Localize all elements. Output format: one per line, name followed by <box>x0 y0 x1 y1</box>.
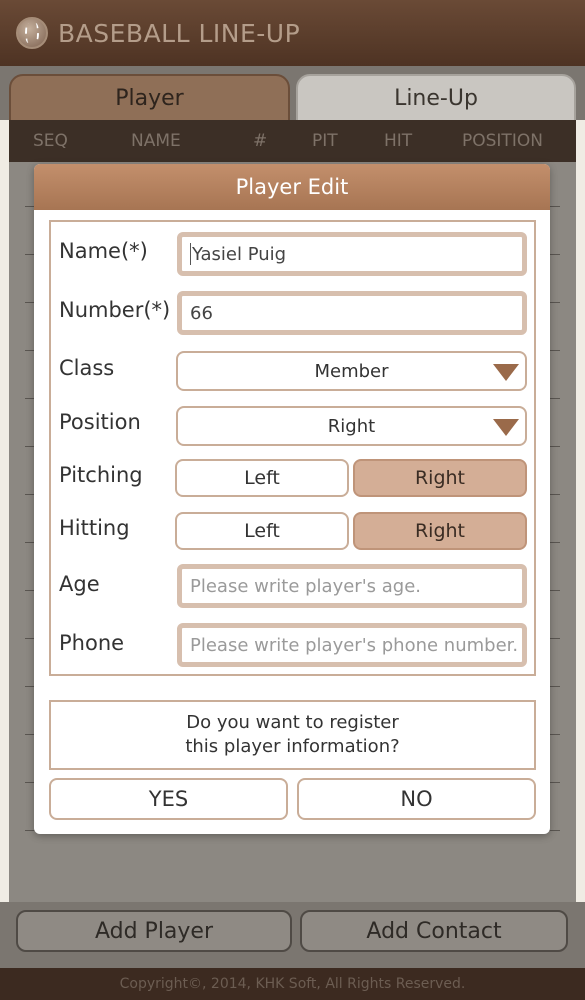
confirm-line-2: this player information? <box>185 736 400 757</box>
confirm-message: Do you want to register this player info… <box>49 700 536 770</box>
pitching-left-option[interactable]: Left <box>175 459 349 497</box>
age-placeholder: Please write player's age. <box>190 575 421 597</box>
name-label: Name(*) <box>59 239 148 263</box>
dropdown-triangle-icon <box>493 364 519 381</box>
hitting-left-option[interactable]: Left <box>175 512 349 550</box>
column-pit: PIT <box>312 131 338 151</box>
column-number: # <box>253 131 268 151</box>
position-value: Right <box>327 415 376 437</box>
tab-player[interactable]: Player <box>9 74 290 122</box>
title-bar: BASEBALL LINE-UP <box>0 0 585 66</box>
column-header: SEQ NAME # PIT HIT POSITION <box>9 120 576 162</box>
phone-label: Phone <box>59 631 125 655</box>
position-label: Position <box>59 410 141 434</box>
hitting-right-option[interactable]: Right <box>353 512 527 550</box>
class-label: Class <box>59 356 115 380</box>
dialog-title: Player Edit <box>34 164 550 210</box>
bottom-bar: Add Player Add Contact <box>0 902 585 968</box>
column-seq: SEQ <box>33 131 68 151</box>
name-input[interactable]: Yasiel Puig <box>177 232 527 276</box>
phone-input[interactable]: Please write player's phone number. <box>177 623 527 667</box>
age-input[interactable]: Please write player's age. <box>177 564 527 608</box>
number-input[interactable]: 66 <box>177 291 527 335</box>
add-player-button[interactable]: Add Player <box>16 910 292 952</box>
phone-placeholder: Please write player's phone number. <box>190 634 519 656</box>
app-title: BASEBALL LINE-UP <box>58 18 301 48</box>
no-button[interactable]: NO <box>297 778 536 820</box>
pitching-label: Pitching <box>59 463 143 487</box>
class-select[interactable]: Member <box>176 351 527 391</box>
baseball-icon <box>16 17 48 49</box>
text-cursor <box>190 243 191 265</box>
class-value: Member <box>314 360 389 382</box>
tab-bar: Player Line-Up <box>0 66 585 122</box>
name-value: Yasiel Puig <box>192 243 287 265</box>
dropdown-triangle-icon <box>493 419 519 436</box>
column-name: NAME <box>131 131 181 151</box>
yes-button[interactable]: YES <box>49 778 288 820</box>
number-label: Number(*) <box>59 298 171 322</box>
add-contact-button[interactable]: Add Contact <box>300 910 568 952</box>
confirm-line-1: Do you want to register <box>186 712 399 733</box>
age-label: Age <box>59 572 100 596</box>
pitching-right-option[interactable]: Right <box>353 459 527 497</box>
column-position: POSITION <box>462 131 543 151</box>
column-hit: HIT <box>384 131 413 151</box>
position-select[interactable]: Right <box>176 406 527 446</box>
tab-lineup[interactable]: Line-Up <box>296 74 576 122</box>
footer-copyright: Copyright©, 2014, KHK Soft, All Rights R… <box>0 968 585 1000</box>
number-value: 66 <box>190 302 213 324</box>
player-form: Name(*) Yasiel Puig Number(*) 66 Class M… <box>49 220 536 676</box>
hitting-label: Hitting <box>59 516 130 540</box>
player-edit-dialog: Player Edit Name(*) Yasiel Puig Number(*… <box>34 164 550 834</box>
